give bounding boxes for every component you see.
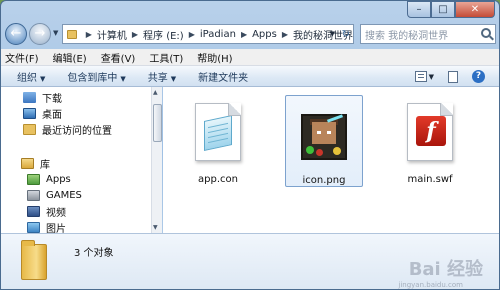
file-name: icon.png	[302, 175, 346, 186]
chevron-down-icon[interactable]: ▼	[429, 73, 434, 81]
image-thumbnail	[301, 114, 347, 160]
breadcrumb-computer[interactable]: 计算机	[97, 27, 127, 42]
minimize-button[interactable]: –	[407, 1, 431, 18]
nav-item-label: GAMES	[46, 189, 82, 201]
breadcrumb-drive[interactable]: 程序 (E:)	[143, 27, 184, 42]
breadcrumb-apps[interactable]: Apps	[252, 29, 277, 40]
nav-item-apps[interactable]: Apps	[27, 171, 71, 187]
pictures-library-icon	[27, 221, 40, 233]
chevron-right-icon[interactable]: ▶	[86, 30, 92, 39]
command-bar: 组织 ▼ 包含到库中 ▼ 共享 ▼ 新建文件夹 ▼ ?	[1, 66, 499, 87]
nav-item-recent[interactable]: 最近访问的位置	[23, 121, 112, 137]
games-library-icon	[27, 189, 40, 201]
menu-edit[interactable]: 编辑(E)	[53, 50, 87, 65]
recent-places-icon	[23, 123, 36, 135]
organize-button[interactable]: 组织 ▼	[17, 69, 45, 84]
nav-item-label: Apps	[46, 173, 71, 185]
breadcrumb-ipadian[interactable]: iPadian	[200, 29, 236, 40]
navigation-pane: 下载 桌面 最近访问的位置 库 Apps GAMES 视频 图片 ▲ ▼	[1, 87, 162, 235]
menu-file[interactable]: 文件(F)	[5, 50, 39, 65]
preview-pane-icon[interactable]	[448, 70, 458, 83]
chevron-right-icon[interactable]: ▶	[282, 30, 288, 39]
nav-item-label: 最近访问的位置	[42, 125, 112, 137]
share-button[interactable]: 共享 ▼	[148, 69, 176, 84]
recent-pages-dropdown[interactable]: ▼	[53, 29, 58, 37]
nav-item-videos[interactable]: 视频	[27, 203, 66, 219]
file-item-app-con[interactable]: app.con	[179, 95, 257, 187]
chevron-down-icon: ▼	[170, 74, 177, 83]
details-pane: 3 个对象 Bai 经验 jingyan.baidu.com	[1, 233, 499, 289]
back-arrow-icon: ←	[10, 26, 22, 41]
chevron-down-icon: ▼	[120, 74, 126, 83]
nav-item-label: 库	[40, 159, 50, 171]
menu-bar: 文件(F) 编辑(E) 查看(V) 工具(T) 帮助(H)	[1, 49, 499, 66]
file-item-main-swf[interactable]: f main.swf	[391, 95, 469, 187]
chevron-right-icon[interactable]: ▶	[189, 30, 195, 39]
menu-help[interactable]: 帮助(H)	[197, 50, 232, 65]
help-icon[interactable]: ?	[472, 70, 485, 83]
address-dropdown-icon[interactable]: ▼	[330, 30, 335, 38]
search-placeholder: 搜索 我的秘洞世界	[365, 30, 449, 42]
window-caption-buttons: – □ ✕	[407, 1, 495, 19]
back-button[interactable]: ←	[5, 23, 27, 45]
view-controls: ▼ ?	[414, 70, 485, 83]
nav-item-label: 桌面	[42, 109, 62, 121]
apps-library-icon	[27, 173, 40, 185]
watermark-url: jingyan.baidu.com	[398, 281, 463, 289]
text-file-icon	[195, 103, 241, 161]
forward-button[interactable]: →	[29, 23, 51, 45]
video-library-icon	[27, 205, 40, 217]
nav-item-libraries[interactable]: 库	[21, 155, 50, 171]
refresh-icon[interactable]: ↻	[342, 29, 350, 40]
nav-item-desktop[interactable]: 桌面	[23, 105, 62, 121]
downloads-icon	[23, 91, 36, 103]
file-item-icon-png[interactable]: icon.png	[285, 95, 363, 187]
chevron-down-icon: ▼	[40, 74, 46, 83]
new-folder-button[interactable]: 新建文件夹	[198, 69, 248, 84]
folder-icon	[67, 29, 77, 39]
maximize-button[interactable]: □	[431, 1, 455, 18]
include-library-button[interactable]: 包含到库中 ▼	[67, 69, 125, 84]
view-options-icon[interactable]	[414, 71, 427, 82]
nav-item-label: 视频	[46, 207, 66, 219]
flash-file-icon: f	[407, 103, 453, 161]
share-label: 共享	[147, 72, 168, 84]
search-icon[interactable]	[481, 28, 491, 38]
explorer-window: – □ ✕ ← → ▼ ▶ 计算机 ▶ 程序 (E:) ▶ iPadian ▶ …	[0, 0, 500, 290]
chevron-right-icon[interactable]: ▶	[132, 30, 138, 39]
file-name: main.swf	[407, 174, 453, 185]
address-row: ← → ▼ ▶ 计算机 ▶ 程序 (E:) ▶ iPadian ▶ Apps ▶…	[5, 23, 496, 45]
nav-item-downloads[interactable]: 下载	[23, 89, 62, 105]
scrollbar-thumb[interactable]	[153, 104, 162, 142]
close-button[interactable]: ✕	[455, 1, 495, 18]
file-name: app.con	[198, 174, 238, 185]
menu-view[interactable]: 查看(V)	[101, 50, 136, 65]
file-list: app.con icon.png f main.swf	[163, 87, 499, 233]
watermark-logo: Bai 经验	[408, 259, 483, 280]
item-count: 3 个对象	[74, 248, 114, 259]
scroll-up-icon[interactable]: ▲	[153, 89, 158, 96]
nav-item-games[interactable]: GAMES	[27, 187, 82, 203]
scroll-down-icon[interactable]: ▼	[153, 224, 158, 231]
folder-icon	[21, 240, 47, 280]
forward-arrow-icon: →	[34, 26, 46, 41]
library-icon	[21, 157, 34, 169]
nav-item-label: 下载	[42, 93, 62, 105]
chevron-right-icon[interactable]: ▶	[241, 30, 247, 39]
address-bar[interactable]: ▶ 计算机 ▶ 程序 (E:) ▶ iPadian ▶ Apps ▶ 我的秘洞世…	[62, 24, 354, 44]
nav-scrollbar[interactable]: ▲ ▼	[151, 87, 162, 233]
include-library-label: 包含到库中	[67, 72, 118, 84]
organize-label: 组织	[17, 72, 37, 84]
menu-tools[interactable]: 工具(T)	[149, 50, 183, 65]
search-input[interactable]: 搜索 我的秘洞世界	[360, 24, 496, 44]
desktop-icon	[23, 107, 36, 119]
